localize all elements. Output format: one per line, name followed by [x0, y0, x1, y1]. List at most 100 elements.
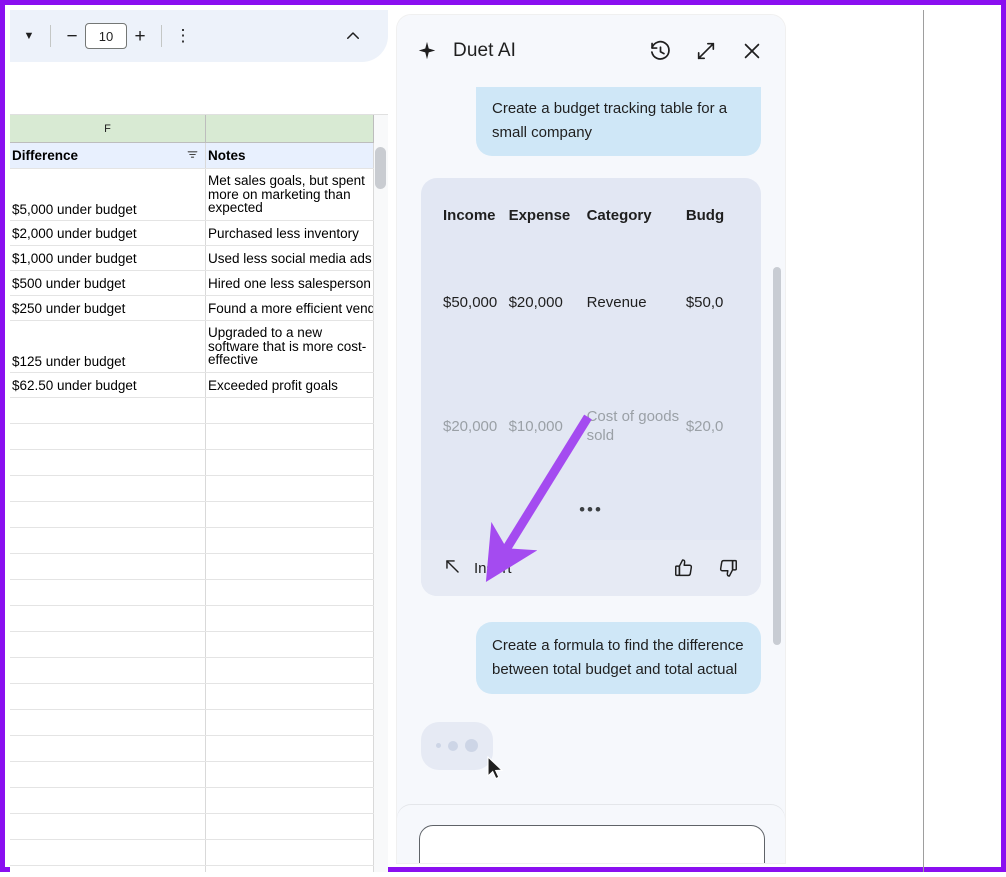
empty-row[interactable] — [10, 476, 374, 502]
empty-row[interactable] — [10, 606, 374, 632]
more-vertical-icon[interactable]: ⋮ — [170, 23, 196, 49]
table-row[interactable]: $500 under budget Hired one less salespe… — [10, 271, 374, 296]
cell-notes[interactable]: Found a more efficient vendor — [206, 296, 374, 320]
empty-cell[interactable] — [206, 762, 374, 787]
cell-notes[interactable]: Upgraded to a new software that is more … — [206, 321, 374, 372]
empty-row[interactable] — [10, 554, 374, 580]
empty-cell[interactable] — [10, 762, 206, 787]
cell-difference[interactable]: $62.50 under budget — [10, 373, 206, 397]
empty-row[interactable] — [10, 736, 374, 762]
empty-row[interactable] — [10, 710, 374, 736]
cell-notes[interactable]: Purchased less inventory — [206, 221, 374, 245]
empty-row[interactable] — [10, 424, 374, 450]
empty-row[interactable] — [10, 450, 374, 476]
insert-button[interactable]: Insert — [443, 557, 512, 580]
cell-difference[interactable]: $2,000 under budget — [10, 221, 206, 245]
empty-row[interactable] — [10, 658, 374, 684]
cell-notes[interactable]: Used less social media ads — [206, 246, 374, 270]
cell-difference[interactable]: $5,000 under budget — [10, 169, 206, 220]
empty-cell[interactable] — [10, 658, 206, 683]
empty-row[interactable] — [10, 398, 374, 424]
cell-difference[interactable]: $250 under budget — [10, 296, 206, 320]
empty-cell[interactable] — [10, 528, 206, 553]
empty-cell[interactable] — [206, 814, 374, 839]
empty-cell[interactable] — [10, 684, 206, 709]
empty-cell[interactable] — [206, 424, 374, 449]
duet-scrollbar-thumb[interactable] — [773, 267, 781, 645]
empty-cell[interactable] — [10, 450, 206, 475]
empty-cell[interactable] — [206, 580, 374, 605]
table-row[interactable]: $2,000 under budget Purchased less inven… — [10, 221, 374, 246]
empty-cell[interactable] — [206, 554, 374, 579]
column-header-f[interactable]: F — [10, 115, 206, 142]
empty-cell[interactable] — [10, 398, 206, 423]
empty-cell[interactable] — [10, 840, 206, 865]
table-row[interactable]: $62.50 under budget Exceeded profit goal… — [10, 373, 374, 398]
empty-cell[interactable] — [206, 606, 374, 631]
empty-cell[interactable] — [10, 788, 206, 813]
column-header-g[interactable] — [206, 115, 374, 142]
prompt-input[interactable] — [419, 825, 765, 863]
history-icon[interactable] — [645, 36, 675, 66]
empty-cell[interactable] — [206, 658, 374, 683]
empty-cell[interactable] — [206, 736, 374, 761]
cell-notes[interactable]: Exceeded profit goals — [206, 373, 374, 397]
empty-cell[interactable] — [206, 788, 374, 813]
spreadsheet-scrollbar-thumb[interactable] — [375, 147, 386, 189]
empty-cell[interactable] — [10, 710, 206, 735]
cell-notes[interactable]: Met sales goals, but spent more on marke… — [206, 169, 374, 220]
close-icon[interactable] — [737, 36, 767, 66]
empty-cell[interactable] — [206, 502, 374, 527]
empty-cell[interactable] — [10, 502, 206, 527]
chevron-up-icon[interactable] — [340, 23, 366, 49]
cell-difference[interactable]: $125 under budget — [10, 321, 206, 372]
empty-cell[interactable] — [206, 840, 374, 865]
empty-cell[interactable] — [10, 554, 206, 579]
thumb-down-icon[interactable] — [717, 557, 739, 579]
table-overflow-indicator[interactable]: ••• — [421, 500, 761, 534]
empty-cell[interactable] — [206, 450, 374, 475]
expand-icon[interactable] — [691, 36, 721, 66]
empty-row[interactable] — [10, 866, 374, 872]
cell-difference[interactable]: $1,000 under budget — [10, 246, 206, 270]
table-row[interactable]: $125 under budget Upgraded to a new soft… — [10, 321, 374, 373]
duet-message-list[interactable]: Create a budget tracking table for a sma… — [397, 87, 785, 829]
table-row[interactable]: $5,000 under budget Met sales goals, but… — [10, 169, 374, 221]
thumb-up-icon[interactable] — [673, 557, 695, 579]
empty-cell[interactable] — [10, 736, 206, 761]
empty-row[interactable] — [10, 840, 374, 866]
font-size-input[interactable]: 10 — [85, 23, 127, 49]
decrease-font-size-button[interactable]: − — [59, 23, 85, 49]
empty-row[interactable] — [10, 762, 374, 788]
empty-cell[interactable] — [10, 606, 206, 631]
increase-font-size-button[interactable]: + — [127, 23, 153, 49]
cell-notes[interactable]: Hired one less salesperson — [206, 271, 374, 295]
empty-row[interactable] — [10, 684, 374, 710]
empty-cell[interactable] — [206, 684, 374, 709]
empty-cell[interactable] — [206, 710, 374, 735]
empty-cell[interactable] — [206, 632, 374, 657]
table-row[interactable]: $250 under budget Found a more efficient… — [10, 296, 374, 321]
empty-cell[interactable] — [206, 528, 374, 553]
empty-row[interactable] — [10, 580, 374, 606]
empty-row[interactable] — [10, 814, 374, 840]
empty-cell[interactable] — [10, 580, 206, 605]
empty-cell[interactable] — [10, 814, 206, 839]
empty-row[interactable] — [10, 528, 374, 554]
empty-cell[interactable] — [10, 632, 206, 657]
empty-row[interactable] — [10, 788, 374, 814]
empty-cell[interactable] — [10, 424, 206, 449]
empty-cell[interactable] — [10, 866, 206, 872]
empty-row[interactable] — [10, 502, 374, 528]
cell-difference[interactable]: $500 under budget — [10, 271, 206, 295]
duet-scrollbar[interactable] — [771, 87, 783, 807]
empty-cell[interactable] — [206, 866, 374, 872]
filter-icon[interactable] — [186, 148, 199, 164]
empty-cell[interactable] — [10, 476, 206, 501]
empty-cell[interactable] — [206, 398, 374, 423]
table-row[interactable]: $1,000 under budget Used less social med… — [10, 246, 374, 271]
empty-cell[interactable] — [206, 476, 374, 501]
spreadsheet-scrollbar[interactable] — [374, 115, 388, 872]
caret-down-icon[interactable]: ▼ — [16, 23, 42, 49]
empty-row[interactable] — [10, 632, 374, 658]
